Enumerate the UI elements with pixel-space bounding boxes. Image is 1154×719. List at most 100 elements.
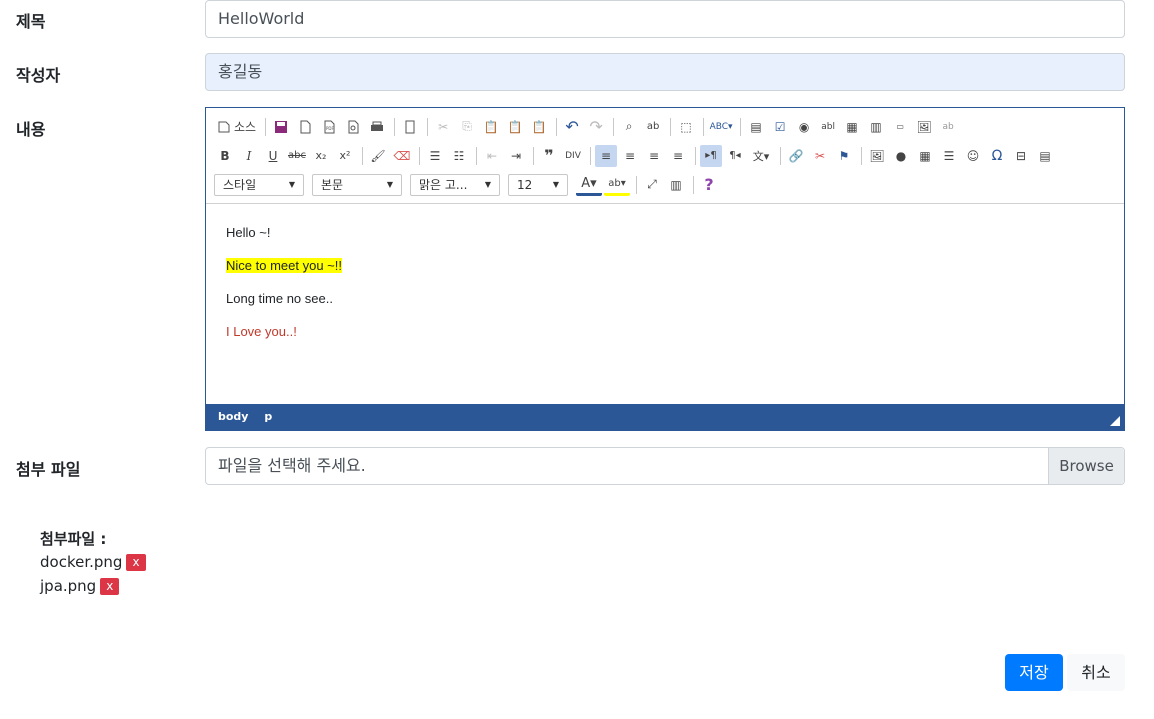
align-justify-icon[interactable]: ≡ <box>667 145 689 167</box>
outdent-icon[interactable]: ⇤ <box>481 145 503 167</box>
ltr-icon[interactable]: ▸¶ <box>700 144 722 167</box>
rich-text-editor[interactable]: 소스 PDF ✂ ⎘ 📋 📋 📋 ↶ ↷ ⌕ ab ⬚ ABC▾ ▤ ☑ ◉ a… <box>205 107 1125 431</box>
browse-button[interactable]: Browse <box>1048 448 1124 484</box>
iframe-icon[interactable]: ▤ <box>1034 145 1056 167</box>
content-line-red: I Love you..! <box>226 324 297 339</box>
show-blocks-icon[interactable]: ▥ <box>665 174 687 196</box>
size-combo-value: 12 <box>517 177 533 192</box>
paste-icon[interactable]: 📋 <box>480 116 502 138</box>
chevron-down-icon: ▼ <box>484 179 491 189</box>
text-color-icon[interactable]: A▾ <box>576 174 602 196</box>
align-left-icon[interactable]: ≡ <box>595 144 617 167</box>
rtl-icon[interactable]: ¶◂ <box>724 145 746 167</box>
select-field-icon[interactable]: ▥ <box>865 116 887 138</box>
paste-word-icon[interactable]: 📋 <box>528 116 550 138</box>
title-label: 제목 <box>16 12 46 31</box>
help-icon[interactable]: ? <box>698 174 720 196</box>
flash-icon[interactable]: ● <box>890 145 912 167</box>
textfield-icon[interactable]: abl <box>817 116 839 138</box>
anchor-icon[interactable]: ⚑ <box>833 145 855 167</box>
indent-icon[interactable]: ⇥ <box>505 145 527 167</box>
image-icon[interactable]: 🖼 <box>866 145 888 167</box>
link-icon[interactable]: 🔗 <box>785 145 807 167</box>
print-icon[interactable] <box>366 116 388 138</box>
redo-icon[interactable]: ↷ <box>585 116 607 138</box>
author-input[interactable]: 홍길동 <box>205 53 1125 91</box>
chevron-down-icon: ▼ <box>552 179 559 189</box>
content-label: 내용 <box>16 120 46 139</box>
radio-icon[interactable]: ◉ <box>793 116 815 138</box>
source-button[interactable]: 소스 <box>214 116 259 138</box>
strikethrough-icon[interactable]: abc <box>286 145 308 167</box>
bold-icon[interactable]: B <box>214 145 236 167</box>
export-pdf-icon[interactable]: PDF <box>318 116 340 138</box>
align-center-icon[interactable]: ≡ <box>619 145 641 167</box>
remove-format-icon[interactable]: ⌫ <box>391 145 413 167</box>
undo-icon[interactable]: ↶ <box>561 116 583 138</box>
hidden-field-icon[interactable]: ab <box>937 116 959 138</box>
size-combo[interactable]: 12 ▼ <box>508 173 568 196</box>
numbered-list-icon[interactable]: ☰ <box>424 145 446 167</box>
attachment-item: jpa.png x <box>40 577 120 595</box>
div-container-icon[interactable]: DIV <box>562 145 584 167</box>
form-icon[interactable]: ▤ <box>745 116 767 138</box>
editor-content[interactable]: Hello ~! Nice to meet you ~!! Long time … <box>206 204 1124 404</box>
source-icon <box>218 121 230 132</box>
path-body[interactable]: body <box>218 410 248 423</box>
find-icon[interactable]: ⌕ <box>618 116 640 138</box>
font-combo-value: 맑은 고... <box>419 177 468 192</box>
bulleted-list-icon[interactable]: ☷ <box>448 145 470 167</box>
content-line: Hello ~! <box>226 225 271 240</box>
horizontal-line-icon[interactable]: ☰ <box>938 145 960 167</box>
table-icon[interactable]: ▦ <box>914 145 936 167</box>
preview-icon[interactable] <box>342 116 364 138</box>
unlink-icon[interactable]: ✂ <box>809 145 831 167</box>
title-input[interactable]: HelloWorld <box>205 0 1125 38</box>
replace-icon[interactable]: ab <box>642 116 664 138</box>
templates-icon[interactable] <box>399 116 421 138</box>
toolbar-separator <box>265 117 267 136</box>
new-page-icon[interactable] <box>294 116 316 138</box>
page-break-icon[interactable]: ⊟ <box>1010 145 1032 167</box>
resize-handle-icon[interactable] <box>1110 416 1120 426</box>
select-all-icon[interactable]: ⬚ <box>675 116 697 138</box>
file-placeholder[interactable]: 파일을 선택해 주세요. <box>206 448 1048 484</box>
font-combo[interactable]: 맑은 고... ▼ <box>410 173 500 196</box>
file-input[interactable]: 파일을 선택해 주세요. Browse <box>205 447 1125 485</box>
cut-icon[interactable]: ✂ <box>432 116 454 138</box>
save-button[interactable]: 저장 <box>1005 654 1063 691</box>
underline-icon[interactable]: U <box>262 145 284 167</box>
maximize-icon[interactable]: ⤢ <box>641 174 663 196</box>
editor-toolbar: 소스 PDF ✂ ⎘ 📋 📋 📋 ↶ ↷ ⌕ ab ⬚ ABC▾ ▤ ☑ ◉ a… <box>206 108 1124 204</box>
superscript-icon[interactable]: x² <box>334 145 356 167</box>
smiley-icon[interactable]: ☺ <box>962 145 984 167</box>
spellcheck-icon[interactable]: ABC▾ <box>708 116 734 138</box>
bg-color-icon[interactable]: ab▾ <box>604 174 630 196</box>
language-icon[interactable]: 文▾ <box>748 145 774 167</box>
subscript-icon[interactable]: x₂ <box>310 145 332 167</box>
image-button-icon[interactable]: 🖼 <box>913 116 935 138</box>
italic-icon[interactable]: I <box>238 145 260 167</box>
highlighted-text: Nice to meet you ~!! <box>226 258 342 273</box>
attachment-name[interactable]: jpa.png <box>40 577 96 595</box>
align-right-icon[interactable]: ≡ <box>643 145 665 167</box>
style-combo[interactable]: 스타일 ▼ <box>214 173 304 196</box>
remove-attachment-button[interactable]: x <box>126 553 146 571</box>
cancel-button[interactable]: 취소 <box>1067 654 1125 691</box>
editor-statusbar: body p <box>206 404 1124 430</box>
textarea-icon[interactable]: ▦ <box>841 116 863 138</box>
copy-icon[interactable]: ⎘ <box>456 116 478 138</box>
special-char-icon[interactable]: Ω <box>986 145 1008 167</box>
style-combo-value: 스타일 <box>223 177 257 192</box>
paste-text-icon[interactable]: 📋 <box>504 116 526 138</box>
button-field-icon[interactable]: ▭ <box>889 116 911 138</box>
blockquote-icon[interactable]: ❞ <box>538 145 560 167</box>
checkbox-icon[interactable]: ☑ <box>769 116 791 138</box>
attachment-name[interactable]: docker.png <box>40 553 122 571</box>
remove-attachment-button[interactable]: x <box>100 577 120 595</box>
path-p[interactable]: p <box>264 410 272 423</box>
format-combo[interactable]: 본문 ▼ <box>312 173 402 196</box>
copy-format-icon[interactable]: 🖌 <box>367 145 389 167</box>
attach-label: 첨부 파일 <box>16 460 81 479</box>
save-icon[interactable] <box>270 116 292 138</box>
